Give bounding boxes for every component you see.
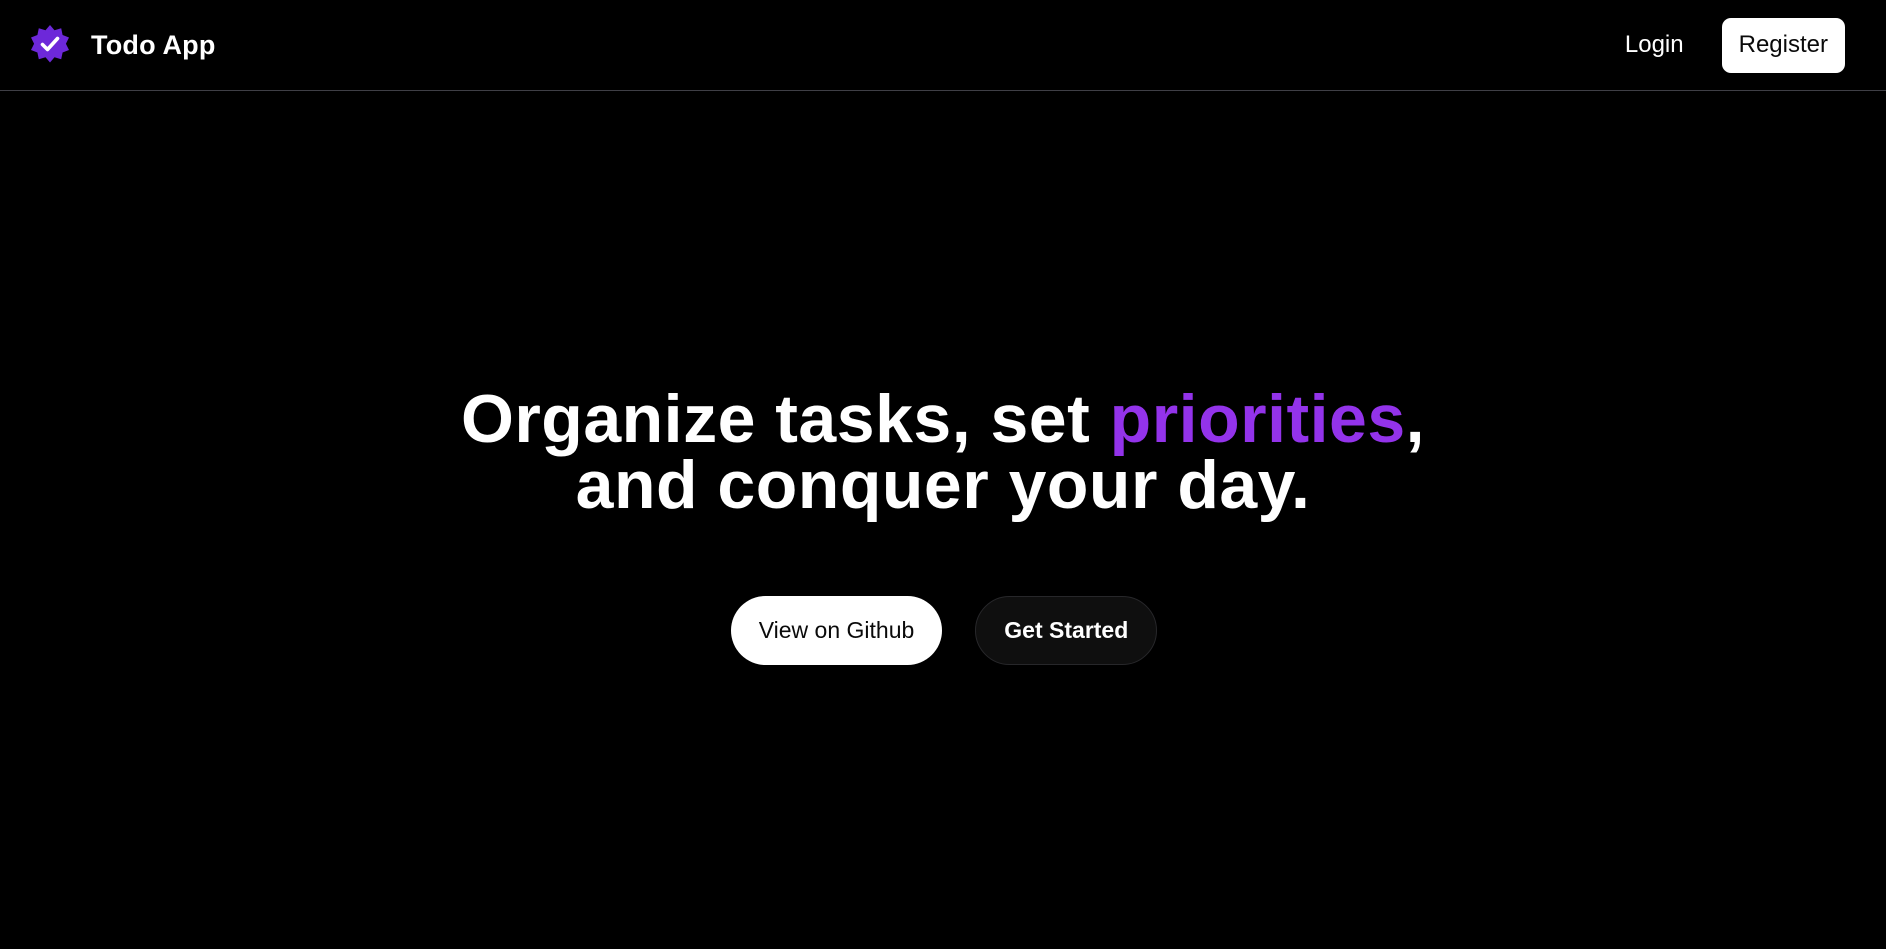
nav-actions: Login Register	[1625, 17, 1845, 73]
hero-title-line1: Organize tasks, set priorities,	[461, 381, 1425, 457]
hero-heading-container: Organize tasks, set priorities, and conq…	[0, 385, 1886, 519]
top-navbar: Todo App Login Register	[0, 0, 1886, 91]
hero-title: Organize tasks, set priorities, and conq…	[0, 385, 1886, 519]
hero-title-accent: priorities	[1109, 381, 1406, 457]
get-started-button[interactable]: Get Started	[975, 596, 1158, 665]
view-on-github-button[interactable]: View on Github	[730, 596, 943, 665]
hero-title-part2: ,	[1405, 381, 1426, 457]
login-link[interactable]: Login	[1625, 31, 1684, 59]
hero-actions: View on Github Get Started	[0, 596, 1886, 665]
check-badge-icon	[29, 24, 71, 66]
register-button[interactable]: Register	[1721, 17, 1845, 73]
hero-title-part1: Organize tasks, set	[460, 381, 1110, 457]
brand-name: Todo App	[91, 29, 216, 60]
hero-title-line2: and conquer your day.	[575, 447, 1311, 523]
brand-link[interactable]: Todo App	[29, 24, 216, 66]
